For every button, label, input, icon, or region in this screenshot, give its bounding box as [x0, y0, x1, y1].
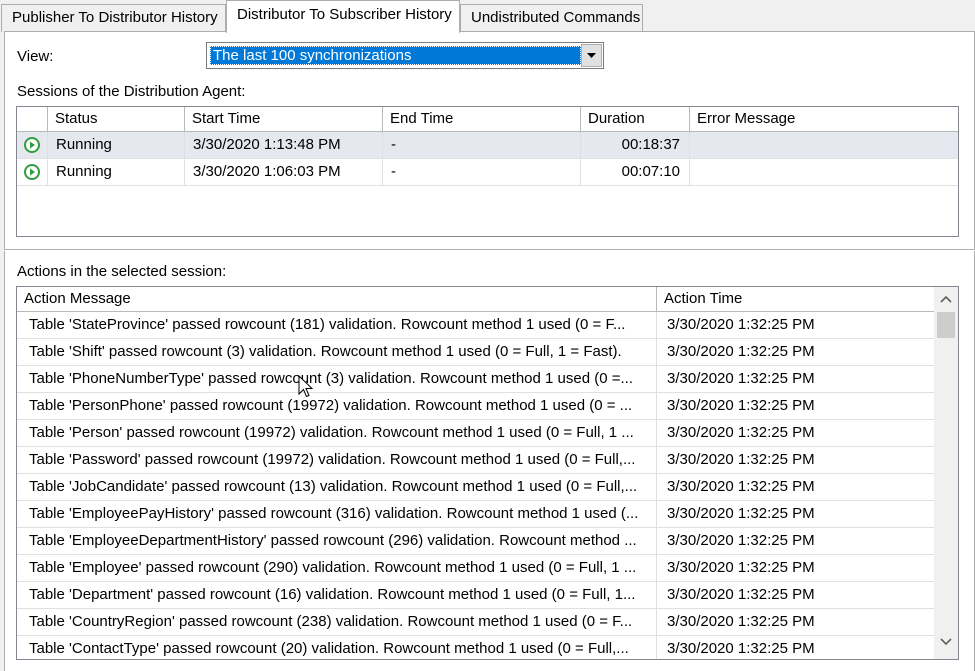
column-header-end-time[interactable]: End Time [383, 107, 581, 132]
sessions-label: Sessions of the Distribution Agent: [17, 83, 246, 100]
action-time-cell: 3/30/2020 1:32:25 PM [657, 555, 935, 582]
mouse-cursor-icon [298, 375, 314, 398]
column-header-start-time[interactable]: Start Time [185, 107, 383, 132]
action-message-cell: Table 'Password' passed rowcount (19972)… [17, 447, 657, 474]
view-label: View: [17, 48, 54, 65]
sessions-header: Status Start Time End Time Duration Erro… [17, 107, 958, 132]
duration-cell: 00:18:37 [581, 132, 690, 159]
action-message-cell: Table 'CountryRegion' passed rowcount (2… [17, 609, 657, 636]
scroll-down-icon[interactable] [940, 638, 952, 646]
tab-label: Undistributed Commands [471, 9, 641, 26]
column-header-error-message[interactable]: Error Message [690, 107, 958, 132]
action-message-cell: Table 'EmployeePayHistory' passed rowcou… [17, 501, 657, 528]
action-time-cell: 3/30/2020 1:32:25 PM [657, 312, 935, 339]
action-row[interactable]: Table 'CountryRegion' passed rowcount (2… [17, 609, 935, 636]
column-header-action-message[interactable]: Action Message [17, 287, 657, 312]
tab-label: Distributor To Subscriber History [237, 6, 452, 23]
action-row[interactable]: Table 'EmployeePayHistory' passed rowcou… [17, 501, 935, 528]
dropdown-button[interactable] [581, 44, 602, 67]
action-time-cell: 3/30/2020 1:32:25 PM [657, 447, 935, 474]
action-time-cell: 3/30/2020 1:32:25 PM [657, 393, 935, 420]
actions-header: Action Message Action Time [17, 287, 935, 312]
view-dropdown[interactable]: The last 100 synchronizations [206, 42, 604, 69]
action-message-cell: Table 'StateProvince' passed rowcount (1… [17, 312, 657, 339]
action-message-cell: Table 'Person' passed rowcount (19972) v… [17, 420, 657, 447]
scroll-thumb[interactable] [937, 312, 955, 338]
tab-publisher-to-distributor[interactable]: Publisher To Distributor History [1, 4, 226, 32]
action-row[interactable]: Table 'Person' passed rowcount (19972) v… [17, 420, 935, 447]
action-row[interactable]: Table 'Employee' passed rowcount (290) v… [17, 555, 935, 582]
action-row[interactable]: Table 'PersonPhone' passed rowcount (199… [17, 393, 935, 420]
status-icon-cell [17, 159, 48, 186]
tab-label: Publisher To Distributor History [12, 9, 218, 26]
action-message-cell: Table 'Department' passed rowcount (16) … [17, 582, 657, 609]
tab-undistributed-commands[interactable]: Undistributed Commands [460, 4, 643, 32]
action-message-cell: Table 'Shift' passed rowcount (3) valida… [17, 339, 657, 366]
action-time-cell: 3/30/2020 1:32:25 PM [657, 501, 935, 528]
end-time-cell: - [383, 132, 581, 159]
action-time-cell: 3/30/2020 1:32:25 PM [657, 582, 935, 609]
status-cell: Running [48, 159, 185, 186]
session-row[interactable]: Running 3/30/2020 1:13:48 PM - 00:18:37 [17, 132, 958, 159]
icon-column-header[interactable] [17, 107, 48, 132]
action-row[interactable]: Table 'JobCandidate' passed rowcount (13… [17, 474, 935, 501]
action-time-cell: 3/30/2020 1:32:25 PM [657, 339, 935, 366]
action-message-cell: Table 'ContactType' passed rowcount (20)… [17, 636, 657, 659]
action-row[interactable]: Table 'EmployeeDepartmentHistory' passed… [17, 528, 935, 555]
action-row[interactable]: Table 'ContactType' passed rowcount (20)… [17, 636, 935, 659]
action-row[interactable]: Table 'StateProvince' passed rowcount (1… [17, 312, 935, 339]
end-time-cell: - [383, 159, 581, 186]
column-header-action-time[interactable]: Action Time [657, 287, 935, 312]
action-row[interactable]: Table 'Department' passed rowcount (16) … [17, 582, 935, 609]
action-time-cell: 3/30/2020 1:32:25 PM [657, 420, 935, 447]
action-message-cell: Table 'PhoneNumberType' passed rowcount … [17, 366, 657, 393]
action-message-cell: Table 'JobCandidate' passed rowcount (13… [17, 474, 657, 501]
action-row[interactable]: Table 'Shift' passed rowcount (3) valida… [17, 339, 935, 366]
status-icon-cell [17, 132, 48, 159]
column-header-status[interactable]: Status [48, 107, 185, 132]
error-message-cell [690, 159, 958, 186]
vertical-scrollbar[interactable] [934, 287, 958, 659]
start-time-cell: 3/30/2020 1:06:03 PM [185, 159, 383, 186]
action-message-cell: Table 'PersonPhone' passed rowcount (199… [17, 393, 657, 420]
session-row[interactable]: Running 3/30/2020 1:06:03 PM - 00:07:10 [17, 159, 958, 186]
running-icon [24, 164, 40, 180]
column-header-duration[interactable]: Duration [581, 107, 690, 132]
actions-grid[interactable]: Action Message Action Time Table 'StateP… [16, 286, 959, 660]
sessions-grid[interactable]: Status Start Time End Time Duration Erro… [16, 106, 959, 237]
action-time-cell: 3/30/2020 1:32:25 PM [657, 528, 935, 555]
error-message-cell [690, 132, 958, 159]
tab-strip: Publisher To Distributor History Distrib… [0, 0, 975, 33]
action-time-cell: 3/30/2020 1:32:25 PM [657, 609, 935, 636]
tab-distributor-to-subscriber[interactable]: Distributor To Subscriber History [226, 0, 460, 33]
action-row[interactable]: Table 'PhoneNumberType' passed rowcount … [17, 366, 935, 393]
scroll-up-icon[interactable] [940, 295, 952, 303]
action-time-cell: 3/30/2020 1:32:25 PM [657, 366, 935, 393]
status-cell: Running [48, 132, 185, 159]
view-dropdown-value: The last 100 synchronizations [210, 46, 581, 65]
chevron-down-icon [587, 53, 596, 58]
start-time-cell: 3/30/2020 1:13:48 PM [185, 132, 383, 159]
action-row[interactable]: Table 'Password' passed rowcount (19972)… [17, 447, 935, 474]
duration-cell: 00:07:10 [581, 159, 690, 186]
action-time-cell: 3/30/2020 1:32:25 PM [657, 636, 935, 659]
action-time-cell: 3/30/2020 1:32:25 PM [657, 474, 935, 501]
action-message-cell: Table 'Employee' passed rowcount (290) v… [17, 555, 657, 582]
splitter[interactable] [4, 249, 975, 251]
actions-label: Actions in the selected session: [17, 263, 227, 280]
running-icon [24, 137, 40, 153]
action-message-cell: Table 'EmployeeDepartmentHistory' passed… [17, 528, 657, 555]
